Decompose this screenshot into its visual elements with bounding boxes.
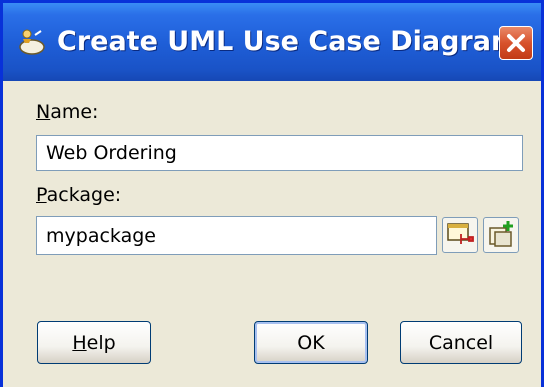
new-package-icon [489, 221, 513, 247]
package-field[interactable] [36, 216, 437, 255]
browse-package-icon [447, 223, 474, 244]
close-icon [507, 34, 525, 52]
ok-button[interactable]: OK [254, 321, 368, 364]
uml-diagram-icon [17, 27, 47, 57]
name-field[interactable] [36, 135, 523, 171]
title-bar[interactable]: Create UML Use Case Diagram [3, 3, 541, 81]
new-package-button[interactable] [483, 217, 519, 253]
dialog-window: Create UML Use Case Diagram Name: Packag… [0, 0, 544, 387]
name-label: Name: [36, 101, 99, 123]
cancel-button[interactable]: Cancel [400, 321, 522, 364]
help-button[interactable]: Help [37, 321, 151, 364]
close-button[interactable] [499, 26, 533, 60]
dialog-body: Name: Package: Help OK Cancel [3, 81, 541, 387]
browse-package-button[interactable] [442, 217, 478, 253]
dialog-title: Create UML Use Case Diagram [57, 26, 520, 57]
package-label: Package: [36, 184, 122, 206]
